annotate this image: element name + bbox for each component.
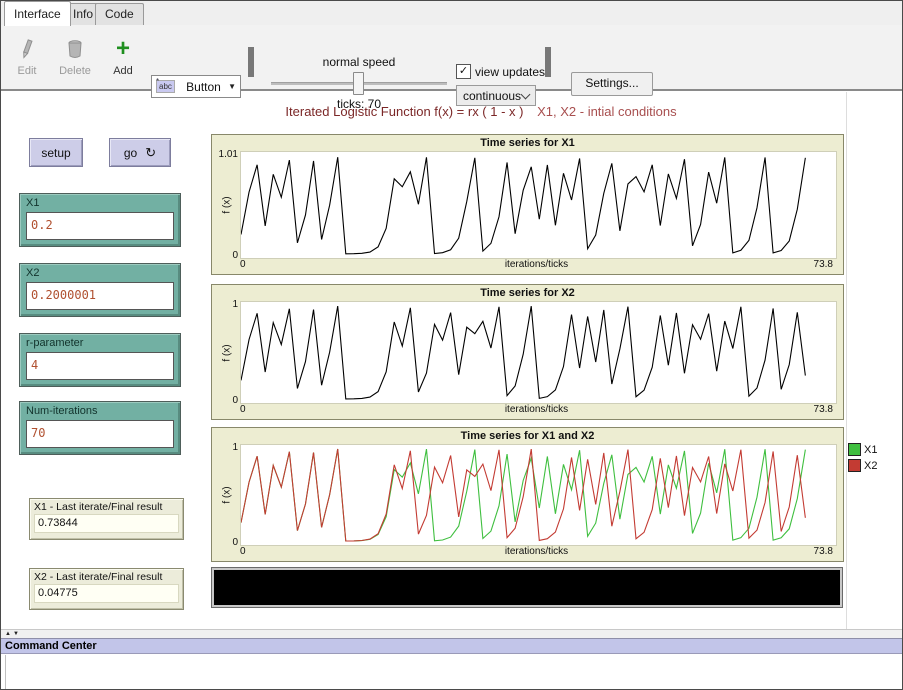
edit-button[interactable]: Edit xyxy=(5,37,49,77)
plot-time-series-x1-x2: Time series for X1 and X2 1 f (x) 0 0 it… xyxy=(211,427,844,562)
abc-icon: abc xyxy=(156,80,175,93)
add-label: Add xyxy=(101,65,145,77)
plot2-y-axis: 1 f (x) 0 xyxy=(214,301,240,404)
input-num-iterations-field[interactable]: 70 xyxy=(26,420,174,448)
tab-bar: Interface Info Code xyxy=(1,1,902,25)
input-x2: X2 0.2000001 xyxy=(19,263,181,317)
plot1-xmax-tick: 73.8 xyxy=(814,259,833,270)
plot2-xmax-tick: 73.8 xyxy=(814,404,833,415)
view-updates-label: view updates xyxy=(475,65,545,79)
monitor-x2-value: 0.04775 xyxy=(34,584,179,603)
view-updates-checkbox[interactable]: ✓ xyxy=(456,64,471,79)
delete-label: Delete xyxy=(53,65,97,77)
input-r-parameter-label: r-parameter xyxy=(26,337,174,349)
plot1-canvas xyxy=(240,151,837,259)
plot1-x-label: iterations/ticks xyxy=(240,259,833,270)
splitter-arrows[interactable]: ▲▼ xyxy=(5,630,21,638)
tab-code[interactable]: Code xyxy=(95,3,144,25)
plot3-x-axis: 0 iterations/ticks 73.8 xyxy=(214,546,841,560)
input-r-parameter: r-parameter 4 xyxy=(19,333,181,387)
plot1-ymax-tick: 1.01 xyxy=(219,149,238,160)
setup-button[interactable]: setup xyxy=(29,138,83,167)
widget-type-value: Button xyxy=(179,80,228,94)
arrow-up-icon: ▲ xyxy=(5,631,13,637)
plot3-legend: X1 X2 xyxy=(848,443,877,475)
edit-label: Edit xyxy=(5,65,49,77)
settings-button[interactable]: Settings... xyxy=(571,72,653,96)
plot-time-series-x1: Time series for X1 1.01 f (x) 0 0 iterat… xyxy=(211,134,844,275)
plot-time-series-x2: Time series for X2 1 f (x) 0 0 iteration… xyxy=(211,284,844,420)
plot3-xmax-tick: 73.8 xyxy=(814,546,833,557)
forever-icon: ↻ xyxy=(145,145,156,161)
monitor-x1-result: X1 - Last iterate/Final result 0.73844 xyxy=(29,498,184,540)
toolbar: Edit Delete + Add abc Button ▼ normal sp… xyxy=(1,25,902,91)
chevron-down-icon xyxy=(521,89,531,99)
plot2-x-label: iterations/ticks xyxy=(240,404,833,415)
legend-swatch-x2 xyxy=(848,459,861,472)
legend-swatch-x1 xyxy=(848,443,861,456)
legend-item-x2: X2 xyxy=(848,459,877,472)
plot1-y-axis: 1.01 f (x) 0 xyxy=(214,151,240,259)
update-mode-value: continuous xyxy=(463,89,521,103)
legend-label-x1: X1 xyxy=(864,444,877,456)
input-x1-field[interactable]: 0.2 xyxy=(26,212,174,240)
command-center-input[interactable] xyxy=(1,655,902,690)
input-x1: X1 0.2 xyxy=(19,193,181,247)
speed-slider-group: normal speed ticks: 70 xyxy=(269,55,449,105)
setup-label: setup xyxy=(41,146,70,160)
arrow-down-icon: ▼ xyxy=(13,631,21,637)
speed-label: normal speed xyxy=(269,55,449,69)
plot3-ymax-tick: 1 xyxy=(232,442,238,453)
plot3-y-label: f (x) xyxy=(222,486,233,503)
plot3-canvas xyxy=(240,444,837,546)
plot3-title: Time series for X1 and X2 xyxy=(214,429,841,444)
plot2-canvas xyxy=(240,301,837,404)
view-updates-group: ✓ view updates xyxy=(456,64,545,79)
tab-interface[interactable]: Interface xyxy=(4,1,71,26)
plot1-title: Time series for X1 xyxy=(214,136,841,151)
input-x2-field[interactable]: 0.2000001 xyxy=(26,282,174,310)
plot3-x-label: iterations/ticks xyxy=(240,546,833,557)
command-center-left-edge xyxy=(5,655,6,690)
plot2-x-axis: 0 iterations/ticks 73.8 xyxy=(214,404,841,418)
netlogo-window: Interface Info Code Edit xyxy=(0,0,903,690)
monitor-x1-value: 0.73844 xyxy=(34,514,179,533)
trash-icon xyxy=(53,37,97,63)
command-center-header: Command Center xyxy=(1,638,902,654)
output-view xyxy=(212,568,842,607)
delete-button[interactable]: Delete xyxy=(53,37,97,77)
plot2-title: Time series for X2 xyxy=(214,286,841,301)
legend-item-x1: X1 xyxy=(848,443,877,456)
input-num-iterations-label: Num-iterations xyxy=(26,405,174,417)
legend-label-x2: X2 xyxy=(864,460,877,472)
plot2-y-label: f (x) xyxy=(222,344,233,361)
input-x2-label: X2 xyxy=(26,267,174,279)
monitor-x2-label: X2 - Last iterate/Final result xyxy=(34,571,179,583)
widget-type-dropdown[interactable]: abc Button ▼ xyxy=(151,75,241,98)
dropdown-arrow-icon: ▼ xyxy=(228,82,236,91)
plot1-y-label: f (x) xyxy=(222,196,233,213)
pencil-icon xyxy=(5,37,49,63)
toolbar-separator-2 xyxy=(545,47,551,77)
plot2-ymax-tick: 1 xyxy=(232,299,238,310)
model-heading: Iterated Logistic Function f(x) = rx ( 1… xyxy=(131,104,831,119)
plot3-y-axis: 1 f (x) 0 xyxy=(214,444,240,546)
plot1-x-axis: 0 iterations/ticks 73.8 xyxy=(214,259,841,273)
heading-main: Iterated Logistic Function f(x) = rx ( 1… xyxy=(285,104,523,119)
input-x1-label: X1 xyxy=(26,197,174,209)
monitor-x2-result: X2 - Last iterate/Final result 0.04775 xyxy=(29,568,184,610)
go-button[interactable]: go ↻ xyxy=(109,138,171,167)
toolbar-separator xyxy=(248,47,254,77)
canvas-edge-divider xyxy=(846,92,847,629)
go-label: go xyxy=(124,146,137,160)
speed-slider-thumb[interactable] xyxy=(353,72,364,95)
update-mode-dropdown[interactable]: continuous xyxy=(456,85,536,106)
heading-sub: X1, X2 - intial conditions xyxy=(537,104,676,119)
monitor-x1-label: X1 - Last iterate/Final result xyxy=(34,501,179,513)
input-num-iterations: Num-iterations 70 xyxy=(19,401,181,455)
input-r-parameter-field[interactable]: 4 xyxy=(26,352,174,380)
plus-icon: + xyxy=(101,37,145,63)
add-button[interactable]: + Add xyxy=(101,37,145,77)
